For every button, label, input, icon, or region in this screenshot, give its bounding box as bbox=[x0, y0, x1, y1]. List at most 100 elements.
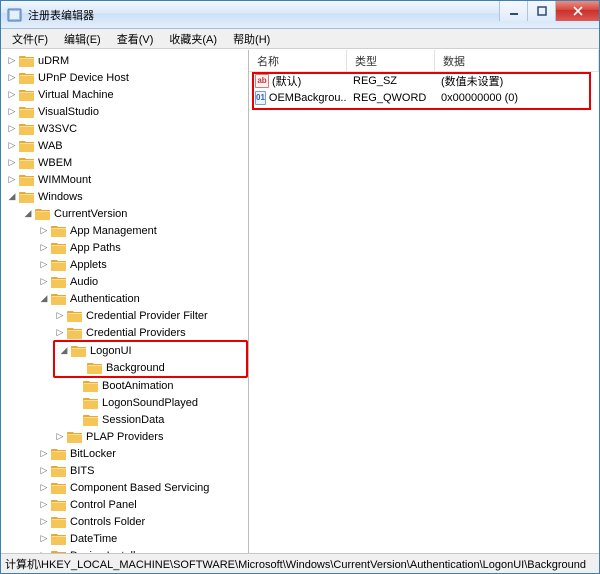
expand-icon[interactable]: ▷ bbox=[37, 500, 51, 509]
tree-scroll[interactable]: ▷uDRM ▷UPnP Device Host ▷Virtual Machine… bbox=[1, 50, 248, 553]
expand-icon[interactable]: ▷ bbox=[5, 175, 19, 184]
highlight-logonui: ◢LogonUI Background bbox=[53, 340, 248, 378]
tree-item[interactable]: ▷Audio bbox=[37, 273, 248, 290]
expand-icon[interactable]: ▷ bbox=[5, 124, 19, 133]
expand-icon[interactable]: ▷ bbox=[5, 90, 19, 99]
minimize-button[interactable] bbox=[499, 1, 527, 21]
expand-icon[interactable]: ▷ bbox=[37, 449, 51, 458]
tree-item-authentication[interactable]: ◢Authentication bbox=[37, 290, 248, 307]
expand-icon[interactable]: ▷ bbox=[37, 260, 51, 269]
values-pane: 名称 类型 数据 ab(默认) REG_SZ (数值未设置) 01OEMBack… bbox=[249, 50, 599, 553]
expand-icon[interactable]: ▷ bbox=[5, 73, 19, 82]
tree-item[interactable]: ▷uDRM bbox=[5, 52, 248, 69]
folder-icon bbox=[19, 156, 35, 170]
expand-icon[interactable]: ▷ bbox=[37, 534, 51, 543]
tree-item[interactable]: ▷App Management bbox=[37, 222, 248, 239]
folder-icon bbox=[67, 430, 83, 444]
tree-item[interactable]: ▷Credential Providers bbox=[53, 324, 248, 341]
folder-icon bbox=[19, 190, 35, 204]
tree-item[interactable]: ▷WIMMount bbox=[5, 171, 248, 188]
value-row[interactable]: ab(默认) REG_SZ (数值未设置) bbox=[249, 72, 599, 89]
tree-item[interactable]: BootAnimation bbox=[69, 377, 248, 394]
tree-item[interactable]: ▷App Paths bbox=[37, 239, 248, 256]
status-path: 计算机\HKEY_LOCAL_MACHINE\SOFTWARE\Microsof… bbox=[5, 556, 586, 572]
expand-icon[interactable]: ▷ bbox=[37, 226, 51, 235]
folder-icon bbox=[51, 532, 67, 546]
expand-icon[interactable]: ▷ bbox=[37, 483, 51, 492]
tree-item[interactable]: ▷PLAP Providers bbox=[53, 428, 248, 445]
value-data: 0x00000000 (0) bbox=[435, 92, 599, 104]
tree-item[interactable]: ▷Applets bbox=[37, 256, 248, 273]
collapse-icon[interactable]: ◢ bbox=[5, 192, 19, 201]
folder-icon bbox=[19, 105, 35, 119]
expand-icon[interactable]: ▷ bbox=[53, 328, 67, 337]
tree-item[interactable]: ▷Controls Folder bbox=[37, 513, 248, 530]
tree-item-logonui[interactable]: ◢LogonUI bbox=[57, 342, 244, 359]
titlebar[interactable]: 注册表编辑器 bbox=[1, 1, 599, 29]
folder-icon bbox=[83, 396, 99, 410]
value-row[interactable]: 01OEMBackgrou... REG_QWORD 0x00000000 (0… bbox=[249, 89, 599, 106]
value-type: REG_QWORD bbox=[347, 92, 435, 104]
expand-icon[interactable]: ▷ bbox=[37, 243, 51, 252]
window-controls bbox=[499, 1, 599, 28]
tree-pane: ▷uDRM ▷UPnP Device Host ▷Virtual Machine… bbox=[1, 50, 249, 553]
value-name: OEMBackgrou... bbox=[269, 92, 347, 104]
tree-item[interactable]: ▷WBEM bbox=[5, 154, 248, 171]
tree-item[interactable]: ▷UPnP Device Host bbox=[5, 69, 248, 86]
expand-icon[interactable]: ▷ bbox=[37, 551, 51, 553]
maximize-button[interactable] bbox=[527, 1, 555, 21]
column-header-type[interactable]: 类型 bbox=[347, 50, 435, 72]
folder-icon bbox=[51, 498, 67, 512]
collapse-icon[interactable]: ◢ bbox=[21, 209, 35, 218]
column-header-name[interactable]: 名称 bbox=[249, 50, 347, 72]
tree-item[interactable]: ▷Virtual Machine bbox=[5, 86, 248, 103]
tree-item[interactable]: ▷W3SVC bbox=[5, 120, 248, 137]
values-body[interactable]: ab(默认) REG_SZ (数值未设置) 01OEMBackgrou... R… bbox=[249, 72, 599, 553]
folder-icon bbox=[19, 54, 35, 68]
collapse-icon[interactable]: ◢ bbox=[37, 294, 51, 303]
expand-icon[interactable]: ▷ bbox=[5, 107, 19, 116]
folder-icon bbox=[19, 71, 35, 85]
folder-icon bbox=[51, 447, 67, 461]
expand-icon[interactable]: ▷ bbox=[5, 158, 19, 167]
tree-item[interactable]: ▷Control Panel bbox=[37, 496, 248, 513]
tree-item[interactable]: ▷DateTime bbox=[37, 530, 248, 547]
close-button[interactable] bbox=[555, 1, 599, 21]
folder-icon bbox=[51, 275, 67, 289]
string-value-icon: ab bbox=[255, 74, 269, 88]
menu-file[interactable]: 文件(F) bbox=[5, 29, 55, 49]
expand-icon[interactable]: ▷ bbox=[5, 56, 19, 65]
menu-favorites[interactable]: 收藏夹(A) bbox=[162, 29, 224, 49]
expand-icon[interactable]: ▷ bbox=[53, 432, 67, 441]
folder-icon bbox=[83, 413, 99, 427]
tree-item[interactable]: ▷BitLocker bbox=[37, 445, 248, 462]
tree-item[interactable]: LogonSoundPlayed bbox=[69, 394, 248, 411]
tree-item-background[interactable]: Background bbox=[73, 359, 244, 376]
tree-item[interactable]: ▷BITS bbox=[37, 462, 248, 479]
menu-edit[interactable]: 编辑(E) bbox=[57, 29, 108, 49]
tree-item[interactable]: ▷Device Installer bbox=[37, 547, 248, 553]
menu-help[interactable]: 帮助(H) bbox=[226, 29, 277, 49]
value-name: (默认) bbox=[272, 73, 301, 89]
menu-view[interactable]: 查看(V) bbox=[110, 29, 161, 49]
registry-tree: ▷uDRM ▷UPnP Device Host ▷Virtual Machine… bbox=[1, 50, 248, 553]
expand-icon[interactable]: ▷ bbox=[53, 311, 67, 320]
folder-icon bbox=[19, 173, 35, 187]
tree-item[interactable]: ▷WAB bbox=[5, 137, 248, 154]
column-header-data[interactable]: 数据 bbox=[435, 50, 599, 72]
tree-item[interactable]: SessionData bbox=[69, 411, 248, 428]
expand-icon[interactable]: ▷ bbox=[5, 141, 19, 150]
folder-icon bbox=[87, 361, 103, 375]
expand-icon[interactable]: ▷ bbox=[37, 277, 51, 286]
tree-item-currentversion[interactable]: ◢CurrentVersion bbox=[21, 205, 248, 222]
folder-icon bbox=[71, 344, 87, 358]
tree-item[interactable]: ▷Component Based Servicing bbox=[37, 479, 248, 496]
expand-icon[interactable]: ▷ bbox=[37, 517, 51, 526]
menubar: 文件(F) 编辑(E) 查看(V) 收藏夹(A) 帮助(H) bbox=[1, 29, 599, 49]
collapse-icon[interactable]: ◢ bbox=[57, 346, 71, 355]
tree-item[interactable]: ▷Credential Provider Filter bbox=[53, 307, 248, 324]
expand-icon[interactable]: ▷ bbox=[37, 466, 51, 475]
folder-icon bbox=[19, 122, 35, 136]
tree-item-windows[interactable]: ◢Windows bbox=[5, 188, 248, 205]
tree-item[interactable]: ▷VisualStudio bbox=[5, 103, 248, 120]
